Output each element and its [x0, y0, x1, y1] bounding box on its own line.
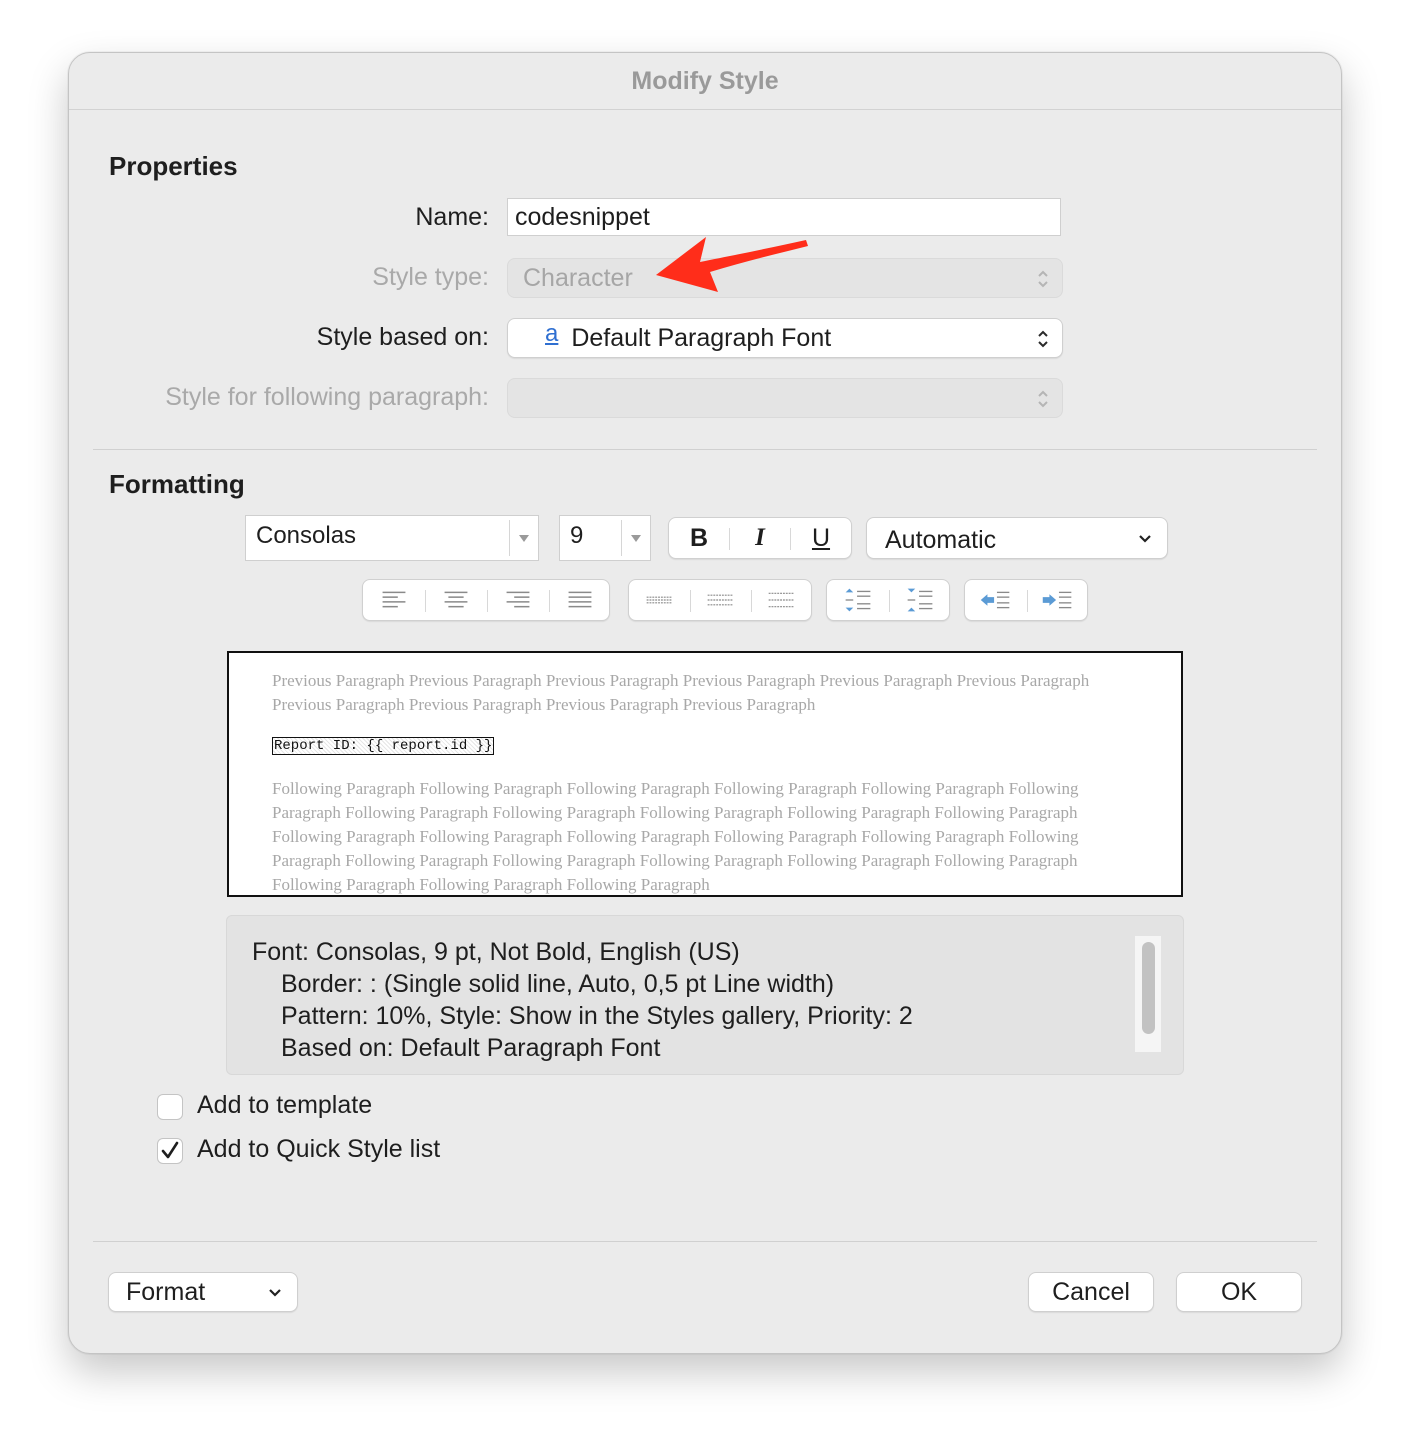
add-to-quick-style-label[interactable]: Add to Quick Style list	[197, 1135, 440, 1164]
font-combo[interactable]: Consolas	[245, 515, 539, 561]
format-label: Format	[126, 1278, 206, 1306]
font-value: Consolas	[256, 522, 357, 549]
up-down-chevron-icon	[1038, 390, 1048, 408]
font-color-value: Automatic	[885, 526, 997, 554]
align-center-icon[interactable]	[425, 580, 487, 620]
align-justify-icon[interactable]	[549, 580, 611, 620]
double-spacing-icon[interactable]	[751, 580, 813, 620]
format-menu-button[interactable]: Format	[108, 1272, 298, 1312]
style-based-on-label: Style based on:	[316, 323, 489, 351]
style-type-value: Character	[523, 264, 633, 292]
dialog-title: Modify Style	[69, 53, 1341, 110]
increase-indent-icon[interactable]	[1027, 580, 1089, 620]
font-size-value: 9	[570, 522, 584, 549]
properties-heading: Properties	[109, 151, 238, 181]
section-divider	[93, 449, 1317, 450]
description-line: Based on: Default Paragraph Font	[281, 1034, 661, 1062]
ok-button[interactable]: OK	[1176, 1272, 1302, 1312]
one-half-spacing-icon[interactable]	[690, 580, 751, 620]
add-to-quick-style-checkbox[interactable]	[157, 1138, 183, 1164]
style-type-select[interactable]: Character	[507, 258, 1063, 298]
character-style-icon: a	[545, 320, 559, 347]
line-spacing-group	[628, 579, 812, 621]
checkmark-icon	[161, 1141, 179, 1159]
dropdown-arrow-icon[interactable]	[509, 520, 538, 556]
description-line: Border: : (Single solid line, Auto, 0,5 …	[281, 970, 835, 998]
style-based-on-value: Default Paragraph Font	[571, 324, 832, 352]
italic-button[interactable]: I	[730, 518, 790, 558]
preview-following-paragraph: Following Paragraph Following Paragraph …	[272, 779, 1079, 894]
style-preview: Previous Paragraph Previous Paragraph Pr…	[227, 651, 1183, 897]
bold-button[interactable]: B	[669, 518, 729, 558]
decrease-indent-icon[interactable]	[965, 580, 1027, 620]
decrease-paragraph-spacing-icon[interactable]	[827, 580, 889, 620]
up-down-chevron-icon	[1038, 270, 1048, 288]
following-paragraph-label: Style for following paragraph:	[165, 383, 489, 411]
name-label: Name:	[415, 203, 489, 231]
dropdown-arrow-icon[interactable]	[621, 520, 650, 556]
footer-divider	[93, 1241, 1317, 1242]
single-spacing-icon[interactable]	[629, 580, 690, 620]
up-down-chevron-icon	[1038, 330, 1048, 348]
formatting-heading: Formatting	[109, 469, 245, 499]
scrollbar-thumb[interactable]	[1142, 942, 1155, 1034]
chevron-down-icon	[269, 1289, 281, 1297]
preview-sample-text: Report ID: {{ report.id }}	[272, 737, 495, 755]
cancel-button[interactable]: Cancel	[1028, 1272, 1154, 1312]
modify-style-dialog: Modify Style Properties Name: codesnippe…	[68, 52, 1342, 1354]
indent-group	[964, 579, 1088, 621]
align-left-icon[interactable]	[363, 580, 425, 620]
style-type-label: Style type:	[372, 263, 489, 291]
chevron-down-icon	[1139, 535, 1151, 543]
underline-button[interactable]: U	[791, 518, 851, 558]
add-to-template-checkbox[interactable]	[157, 1094, 183, 1120]
paragraph-spacing-group	[826, 579, 950, 621]
alignment-group	[362, 579, 610, 621]
increase-paragraph-spacing-icon[interactable]	[889, 580, 951, 620]
align-right-icon[interactable]	[487, 580, 549, 620]
style-description-text: Font: Consolas, 9 pt, Not Bold, English …	[252, 936, 913, 1064]
font-size-combo[interactable]: 9	[559, 515, 651, 561]
description-scrollbar[interactable]	[1135, 936, 1161, 1052]
preview-previous-paragraph: Previous Paragraph Previous Paragraph Pr…	[272, 671, 1090, 714]
text-style-group: B I U	[668, 517, 852, 559]
description-line: Font: Consolas, 9 pt, Not Bold, English …	[252, 938, 740, 966]
name-field[interactable]: codesnippet	[507, 198, 1061, 236]
following-paragraph-select[interactable]	[507, 378, 1063, 418]
description-line: Pattern: 10%, Style: Show in the Styles …	[281, 1002, 913, 1030]
style-description: Font: Consolas, 9 pt, Not Bold, English …	[226, 915, 1184, 1075]
font-color-select[interactable]: Automatic	[866, 517, 1168, 559]
add-to-template-label[interactable]: Add to template	[197, 1091, 372, 1120]
style-based-on-select[interactable]: a Default Paragraph Font	[507, 318, 1063, 358]
